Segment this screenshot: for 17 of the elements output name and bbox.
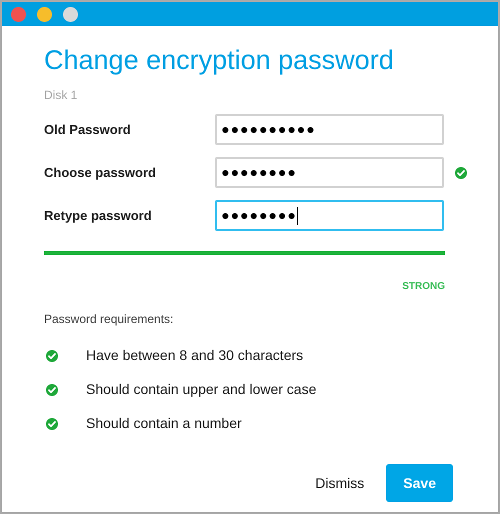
requirement-text: Have between 8 and 30 characters bbox=[86, 346, 304, 365]
strength-label: STRONG bbox=[402, 280, 445, 294]
disk-label: Disk 1 bbox=[44, 87, 78, 104]
requirements-heading: Password requirements: bbox=[44, 311, 174, 328]
dialog-title: Change encryption password bbox=[44, 44, 395, 76]
window-zoom-button[interactable] bbox=[63, 6, 78, 22]
field-label: Old Password bbox=[44, 120, 132, 139]
field-label: Choose password bbox=[44, 164, 157, 182]
password-field[interactable]: ●●●●●●●● bbox=[215, 200, 444, 231]
window-minimize-button[interactable] bbox=[37, 6, 52, 22]
field-label: Retype password bbox=[44, 206, 153, 225]
window-close-button[interactable] bbox=[11, 6, 26, 22]
requirement-text: Should contain upper and lower case bbox=[86, 380, 316, 399]
password-field[interactable]: ●●●●●●●●●● bbox=[215, 114, 444, 145]
dismiss-button[interactable]: Dismiss bbox=[313, 464, 366, 502]
requirement-text: Should contain a number bbox=[86, 414, 242, 433]
password-field[interactable]: ●●●●●●●● bbox=[215, 157, 444, 188]
